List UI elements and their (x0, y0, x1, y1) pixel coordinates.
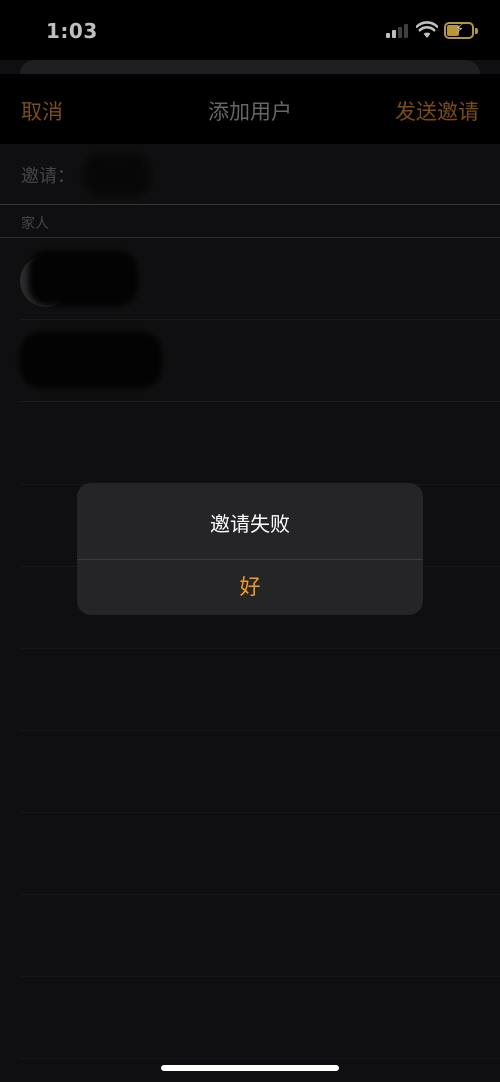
add-user-screen: 1:03 ⚡ 取消 添加用户 发送邀请 邀请： 家人 邀请失败 好 (0, 0, 500, 1082)
ok-button[interactable]: 好 (77, 560, 423, 615)
alert-title: 邀请失败 (210, 512, 290, 536)
home-indicator[interactable] (161, 1065, 339, 1071)
alert-dialog: 邀请失败 好 (77, 483, 423, 615)
